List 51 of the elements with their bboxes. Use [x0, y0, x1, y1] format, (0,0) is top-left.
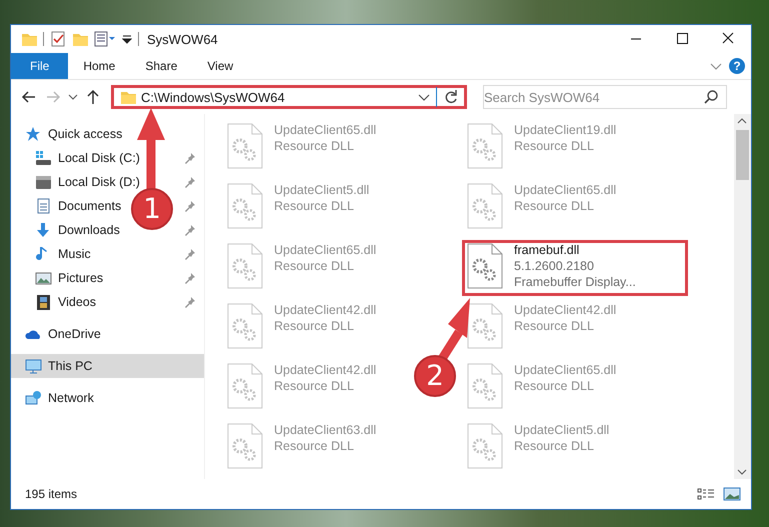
file-detail: Resource DLL: [514, 199, 595, 213]
picture-icon: [35, 270, 52, 286]
down-arrow-icon: [35, 222, 52, 238]
film-icon: [35, 294, 52, 310]
sidebar-item[interactable]: Local Disk (D:): [35, 174, 140, 190]
star-icon: [25, 126, 42, 142]
scrollbar[interactable]: [734, 114, 751, 479]
file-detail: Resource DLL: [514, 139, 595, 153]
search-field[interactable]: Search SysWOW64: [483, 85, 727, 109]
sidebar-item[interactable]: Downloads: [35, 222, 120, 238]
network-icon: [25, 390, 42, 406]
gear-file-icon: [466, 243, 504, 289]
file-detail: Resource DLL: [514, 379, 595, 393]
details-view-icon[interactable]: [697, 487, 715, 501]
large-icons-view-icon[interactable]: [723, 487, 741, 501]
folder-icon: [120, 89, 136, 105]
ribbon-tab[interactable]: File: [11, 53, 68, 79]
gear-file-icon[interactable]: [466, 303, 504, 349]
file-detail: Resource DLL: [514, 319, 595, 333]
monitor-icon: [25, 358, 42, 374]
file-detail: Resource DLL: [274, 139, 355, 153]
sidebar-item[interactable]: Videos: [35, 294, 96, 310]
drive-icon: [35, 174, 52, 190]
sidebar-item[interactable]: Local Disk (C:): [35, 150, 140, 166]
file-detail: Resource DLL: [274, 379, 355, 393]
checklist-icon[interactable]: [50, 31, 66, 47]
help-button[interactable]: ?: [729, 58, 745, 74]
document-icon: [35, 198, 52, 214]
file-detail: Resource DLL: [514, 439, 595, 453]
sidebar-item[interactable]: This PC: [11, 354, 204, 378]
file-detail: Resource DLL: [274, 199, 355, 213]
search-icon[interactable]: [703, 89, 719, 105]
ribbon-tab[interactable]: Home: [68, 53, 130, 79]
scroll-thumb[interactable]: [736, 130, 749, 180]
file-item[interactable]: framebuf.dll 5.1.2600.2180 Framebuffer Display...: [462, 240, 688, 296]
ribbon-tab[interactable]: View: [192, 53, 248, 79]
drive-icon: [35, 150, 52, 166]
ribbon-tab[interactable]: Share: [130, 53, 192, 79]
properties-icon[interactable]: [94, 31, 116, 47]
file-detail: Resource DLL: [274, 439, 355, 453]
sidebar-item[interactable]: Documents: [35, 198, 122, 214]
sidebar-item[interactable]: Pictures: [35, 270, 104, 286]
window-title: SysWOW64: [147, 32, 218, 46]
sidebar-item[interactable]: OneDrive: [25, 326, 101, 342]
file-detail: Resource DLL: [274, 319, 355, 333]
sidebar-item[interactable]: Music: [35, 246, 91, 262]
sidebar-item[interactable]: Network: [25, 390, 94, 406]
file-detail: Resource DLL: [274, 259, 355, 273]
address-bar[interactable]: C:\Windows\SysWOW64: [111, 85, 467, 109]
item-count: 195 items: [25, 487, 78, 501]
sidebar-item[interactable]: Quick access: [25, 126, 122, 142]
